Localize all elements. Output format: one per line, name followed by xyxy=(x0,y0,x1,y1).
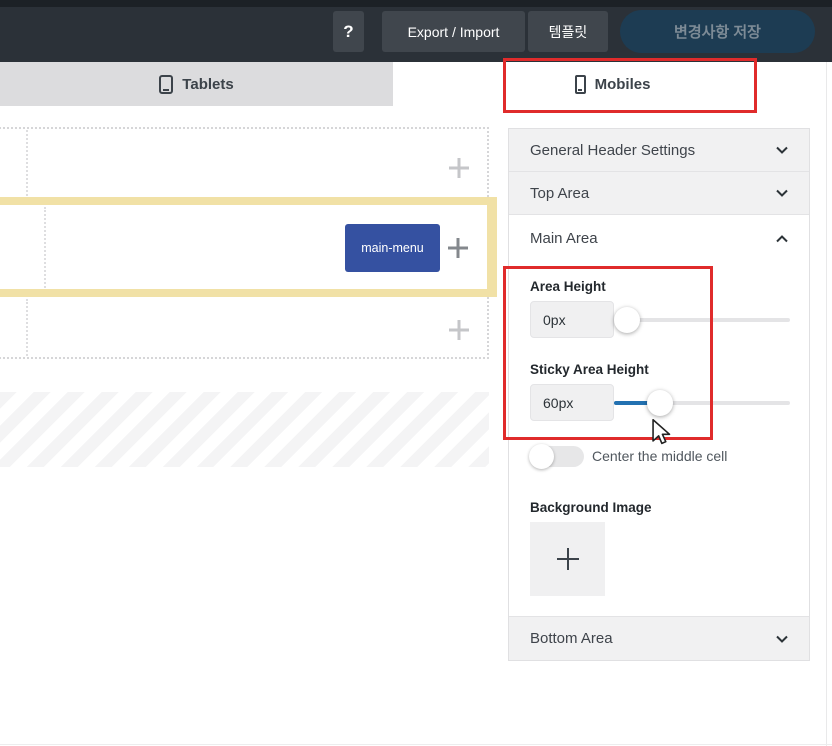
chevron-down-icon xyxy=(776,635,788,643)
accordion-top-area[interactable]: Top Area xyxy=(509,172,809,215)
bottom-row-cell-divider xyxy=(26,299,28,356)
area-height-field-row xyxy=(530,301,790,338)
center-middle-cell-label: Center the middle cell xyxy=(592,448,728,464)
accordion-label: Top Area xyxy=(530,184,590,202)
area-height-slider[interactable] xyxy=(614,306,790,333)
top-row-cell-divider xyxy=(26,130,28,196)
canvas-striped-placeholder xyxy=(0,392,489,467)
tab-mobiles[interactable]: Mobiles xyxy=(416,62,809,106)
window-bottom-edge xyxy=(0,744,832,745)
header-builder-window: ? Export / Import 템플릿 변경사항 저장 Tablets Mo… xyxy=(0,0,832,746)
template-button[interactable]: 템플릿 xyxy=(528,11,608,52)
tab-mobiles-label: Mobiles xyxy=(594,75,651,93)
background-image-label: Background Image xyxy=(530,500,652,515)
toggle-knob xyxy=(529,443,554,469)
help-button[interactable]: ? xyxy=(333,11,364,52)
add-module-bottom-icon[interactable] xyxy=(449,320,469,340)
accordion-main-area[interactable]: Main Area xyxy=(509,215,809,262)
top-toolbar: ? Export / Import 템플릿 변경사항 저장 xyxy=(0,0,832,62)
top-toolbar-strip xyxy=(0,0,832,7)
main-menu-module[interactable]: main-menu xyxy=(345,224,440,272)
export-import-button[interactable]: Export / Import xyxy=(382,11,525,52)
phone-icon xyxy=(574,74,586,94)
accordion-bottom-area[interactable]: Bottom Area xyxy=(509,616,809,660)
background-image-upload[interactable] xyxy=(530,522,605,596)
sticky-area-height-field-row xyxy=(530,384,790,421)
chevron-down-icon xyxy=(776,189,788,197)
chevron-up-icon xyxy=(776,234,788,242)
slider-handle[interactable] xyxy=(614,306,640,333)
canvas-bottom-area-row[interactable] xyxy=(0,297,489,359)
center-middle-cell-toggle[interactable] xyxy=(529,443,584,469)
slider-track xyxy=(614,317,790,322)
tab-tablets[interactable]: Tablets xyxy=(0,62,393,106)
sticky-area-height-label: Sticky Area Height xyxy=(530,362,649,377)
add-module-top-icon[interactable] xyxy=(449,158,469,178)
sticky-area-height-input[interactable] xyxy=(530,384,614,421)
accordion-label: General Header Settings xyxy=(530,141,696,159)
accordion-label: Bottom Area xyxy=(530,630,613,647)
area-height-input[interactable] xyxy=(530,301,614,338)
sticky-area-height-slider[interactable] xyxy=(614,389,790,416)
canvas-top-area-row[interactable] xyxy=(0,127,489,197)
right-gutter-divider xyxy=(826,62,827,746)
chevron-down-icon xyxy=(776,146,788,154)
main-row-cell-divider xyxy=(44,207,46,288)
upload-plus-icon xyxy=(557,548,579,570)
area-height-label: Area Height xyxy=(530,279,606,294)
main-area-settings-body: Area Height Sticky Area Height xyxy=(509,262,809,616)
settings-panel: General Header Settings Top Area Main Ar… xyxy=(508,128,810,661)
accordion-label: Main Area xyxy=(530,230,598,247)
save-changes-button[interactable]: 변경사항 저장 xyxy=(620,10,815,53)
tablet-icon xyxy=(159,74,174,94)
slider-handle[interactable] xyxy=(647,389,673,416)
center-middle-cell-row: Center the middle cell xyxy=(529,443,790,469)
tab-tablets-label: Tablets xyxy=(182,75,234,93)
device-tabbar: Tablets Mobiles xyxy=(0,62,832,106)
add-module-main-icon[interactable] xyxy=(448,238,468,258)
accordion-general-header-settings[interactable]: General Header Settings xyxy=(509,129,809,172)
